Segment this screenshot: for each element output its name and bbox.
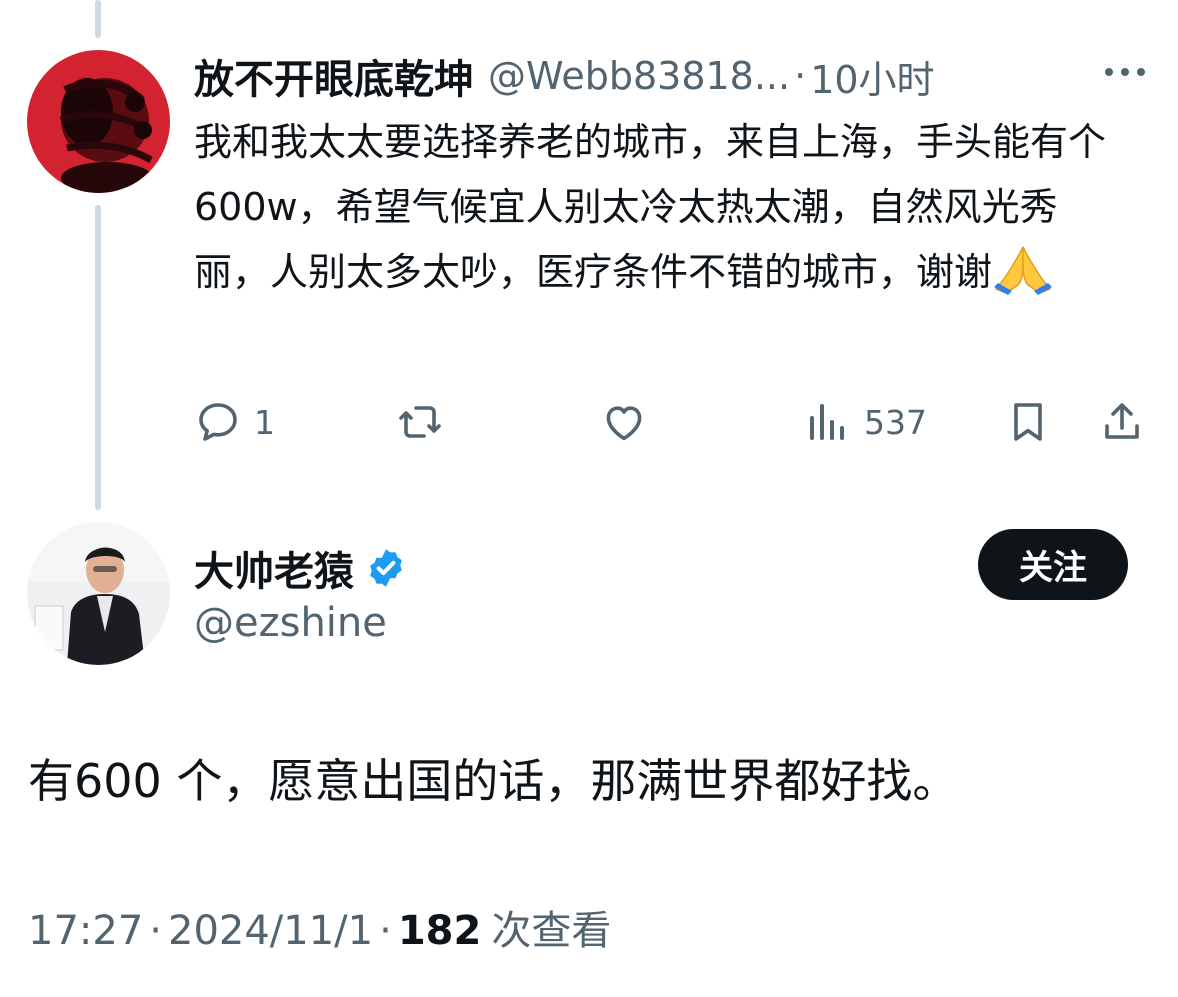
reply-time[interactable]: 10小时: [810, 49, 934, 104]
reply-header: 放不开眼底乾坤 @Webb83818... · 10小时: [194, 46, 935, 106]
post-views-count: 182: [397, 908, 482, 954]
like-icon: [606, 406, 642, 441]
post-meta: 17:27 · 2024/11/1 · 182 次查看: [28, 898, 611, 956]
pray-emoji: [992, 243, 1054, 295]
author-display-name[interactable]: 大帅老猿: [194, 539, 354, 597]
views-icon: [810, 404, 844, 440]
retweet-button[interactable]: [396, 392, 456, 452]
thread-line: [95, 205, 101, 510]
post-views-label: 次查看: [491, 908, 612, 954]
meta-separator: ·: [379, 908, 392, 954]
verified-icon: [370, 549, 402, 587]
reply-handle[interactable]: @Webb83818...: [488, 54, 790, 98]
post-time[interactable]: 17:27: [28, 908, 143, 954]
share-icon: [1105, 403, 1139, 439]
reply-text: 我和我太太要选择养老的城市，来自上海，手头能有个600w，希望气候宜人别太冷太热…: [194, 110, 1124, 305]
post-date[interactable]: 2024/11/1: [168, 908, 373, 954]
reply-icon: [199, 403, 237, 441]
reply-separator: ·: [794, 54, 807, 98]
bookmark-button[interactable]: [1004, 392, 1052, 452]
reply-text-body: 我和我太太要选择养老的城市，来自上海，手头能有个600w，希望气候宜人别太冷太热…: [194, 120, 1107, 294]
more-button[interactable]: [1100, 50, 1150, 94]
reply-count: 1: [254, 402, 275, 442]
reply-avatar[interactable]: [27, 50, 170, 193]
views-count: 537: [864, 402, 927, 442]
views-button[interactable]: 537: [804, 392, 927, 452]
reply-actions: 1 537: [0, 392, 1178, 452]
reply-avatar-image: [27, 50, 170, 193]
author-avatar-image: [27, 522, 170, 665]
bookmark-icon: [1014, 403, 1042, 441]
reply-button[interactable]: 1: [194, 392, 275, 452]
author-name-row: 大帅老猿: [194, 536, 408, 600]
author-handle[interactable]: @ezshine: [194, 600, 387, 646]
retweet-icon: [399, 406, 441, 438]
follow-button[interactable]: 关注: [978, 529, 1128, 600]
author-avatar[interactable]: [27, 522, 170, 665]
more-icon: [1105, 68, 1145, 76]
reply-display-name[interactable]: 放不开眼底乾坤: [194, 47, 474, 105]
main-post-text: 有600 个，愿意出国的话，那满世界都好找。: [28, 754, 959, 808]
thread-line-top: [95, 0, 101, 38]
share-button[interactable]: [1098, 392, 1146, 452]
like-button[interactable]: [600, 392, 660, 452]
meta-separator: ·: [149, 908, 162, 954]
